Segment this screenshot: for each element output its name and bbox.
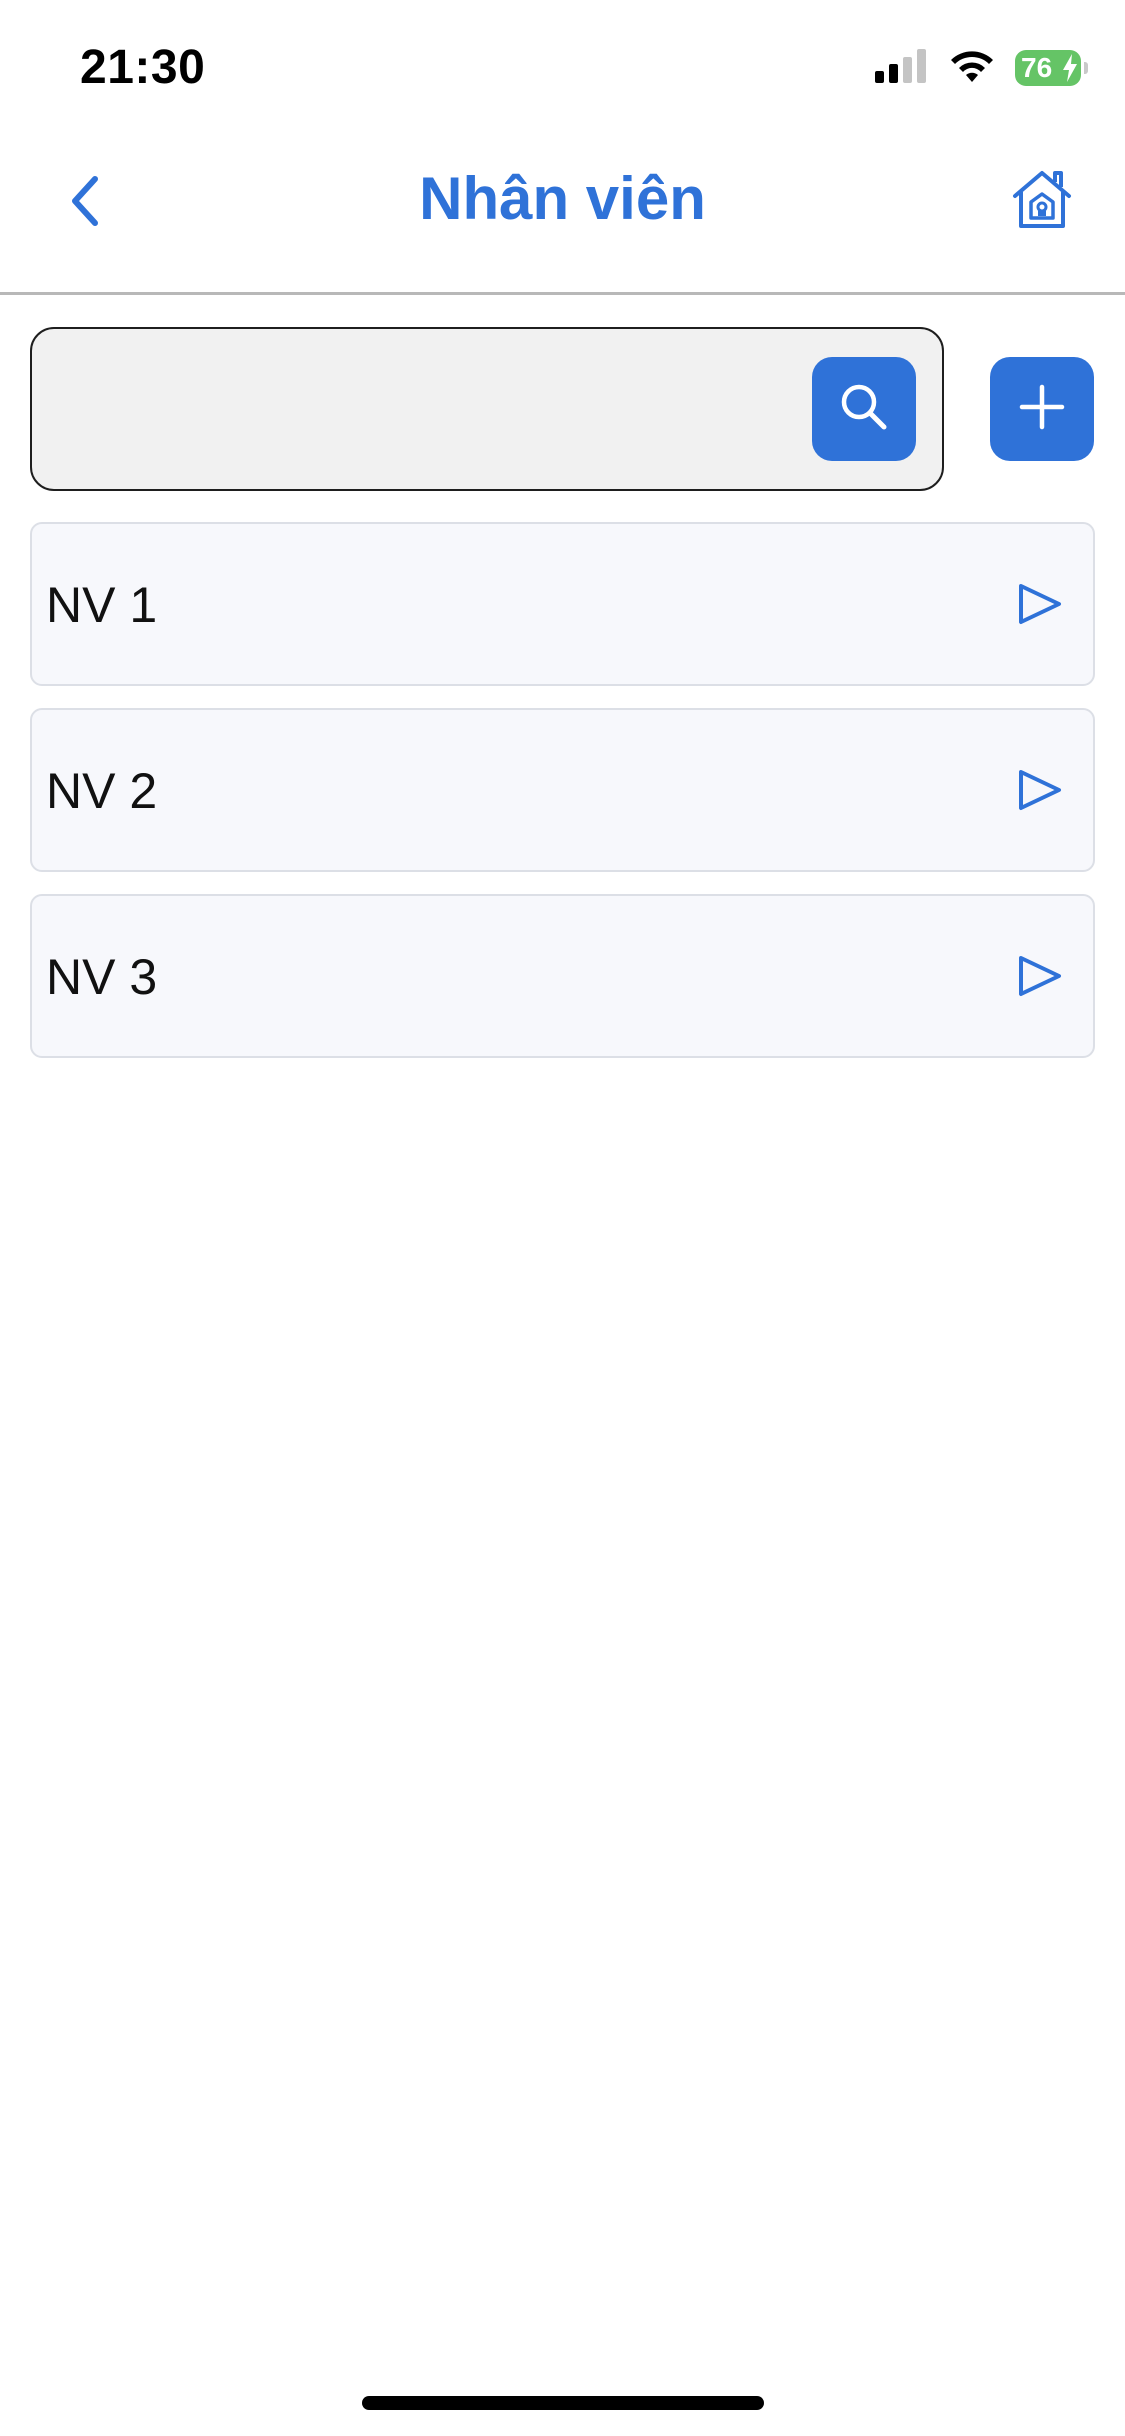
- list-item[interactable]: NV 3: [30, 894, 1095, 1058]
- home-icon: [1009, 168, 1075, 235]
- battery-cap: [1084, 62, 1088, 74]
- play-arrow-icon: [1015, 952, 1063, 1000]
- play-arrow-icon: [1015, 766, 1063, 814]
- search-input[interactable]: [56, 359, 800, 461]
- list-item-label: NV 2: [46, 763, 158, 819]
- list-item[interactable]: NV 1: [30, 522, 1095, 686]
- search-box: [30, 327, 944, 491]
- status-bar: 21:30 76: [0, 0, 1125, 130]
- list-item[interactable]: NV 2: [30, 708, 1095, 872]
- battery-indicator: 76: [1015, 50, 1088, 89]
- add-button[interactable]: [990, 357, 1094, 461]
- home-indicator: [362, 2396, 764, 2410]
- page-title: Nhân viên: [419, 165, 706, 232]
- list-item-label: NV 3: [46, 949, 158, 1005]
- home-button[interactable]: [1005, 164, 1079, 238]
- charging-bolt-icon: [1061, 54, 1079, 89]
- screen: 21:30 76 Nhân viên NV 1 NV 2 NV 3: [0, 0, 1125, 2436]
- search-button[interactable]: [812, 357, 916, 461]
- status-indicators: 76: [875, 46, 1088, 90]
- status-time: 21:30: [80, 41, 206, 94]
- list-item-label: NV 1: [46, 577, 158, 633]
- wifi-icon: [947, 48, 997, 89]
- nav-header: Nhân viên: [0, 130, 1125, 295]
- search-icon: [836, 379, 892, 440]
- battery-level: 76: [1021, 52, 1053, 83]
- plus-icon: [1018, 383, 1066, 436]
- cellular-signal-icon: [875, 48, 929, 88]
- employee-list: NV 1 NV 2 NV 3: [30, 522, 1095, 1080]
- play-arrow-icon: [1015, 580, 1063, 628]
